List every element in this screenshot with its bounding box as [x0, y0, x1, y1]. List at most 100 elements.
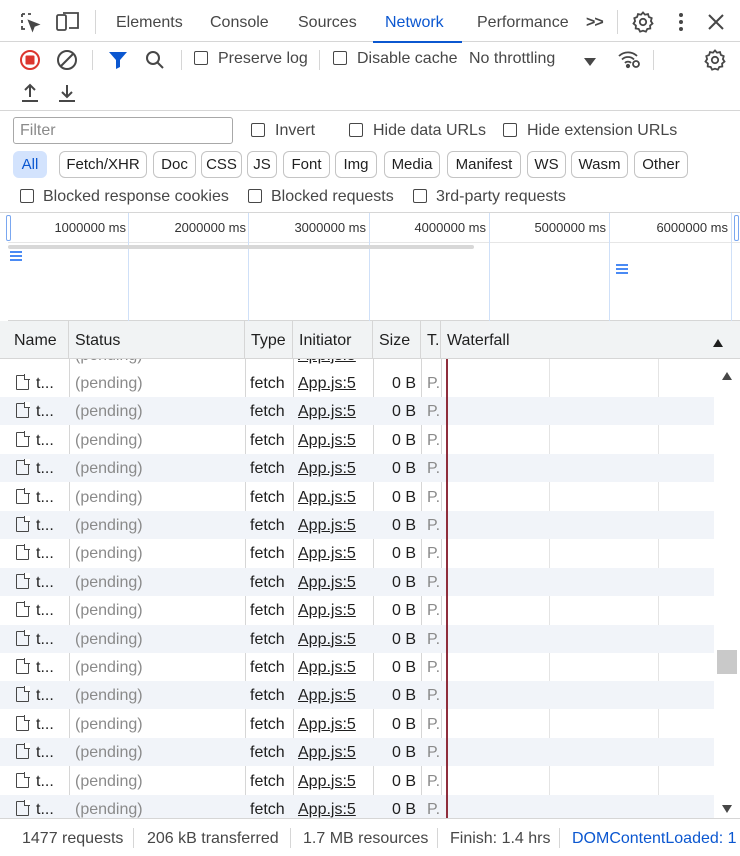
column-header-type[interactable]: Type — [245, 321, 293, 359]
device-toolbar-icon[interactable] — [55, 10, 79, 34]
scroll-up-arrow-icon[interactable] — [722, 367, 732, 384]
row-initiator-link[interactable]: App.js:5 — [298, 359, 370, 369]
type-filter-all[interactable]: All — [13, 151, 47, 178]
tab-elements[interactable]: Elements — [104, 0, 195, 42]
upload-icon[interactable] — [18, 81, 42, 109]
table-row[interactable]: t... (pending) fetch App.js:5 0 B P. — [0, 596, 714, 624]
throttling-select[interactable]: No throttling — [469, 50, 555, 68]
row-initiator-link[interactable]: App.js:5 — [298, 710, 370, 738]
table-row[interactable]: t... (pending) fetch App.js:5 0 B P. — [0, 738, 714, 767]
type-filter-doc[interactable]: Doc — [153, 151, 196, 178]
sort-ascending-icon[interactable] — [712, 335, 724, 353]
network-settings-gear-icon[interactable] — [703, 48, 727, 76]
blocked-requests-checkbox[interactable] — [248, 189, 262, 203]
caret-down-icon[interactable] — [583, 54, 597, 71]
type-filter-img[interactable]: Img — [335, 151, 377, 178]
table-row[interactable]: t... (pending) fetch App.js:5 0 B P. — [0, 426, 714, 454]
row-initiator-link[interactable]: App.js:5 — [298, 539, 370, 567]
type-filter-fetch-xhr[interactable]: Fetch/XHR — [59, 151, 147, 178]
column-header-time[interactable]: T. — [421, 321, 441, 359]
tab-network[interactable]: Network — [373, 0, 462, 43]
table-row[interactable]: t... (pending) fetch App.js:5 0 B P. — [0, 681, 714, 710]
waterfall-marker-line — [446, 359, 448, 818]
document-icon — [16, 771, 30, 788]
column-header-initiator[interactable]: Initiator — [293, 321, 373, 359]
type-filter-manifest[interactable]: Manifest — [447, 151, 521, 178]
type-filter-wasm[interactable]: Wasm — [571, 151, 628, 178]
tab-sources[interactable]: Sources — [286, 0, 369, 42]
overview-left-handle[interactable] — [6, 215, 11, 241]
row-initiator-link[interactable]: App.js:5 — [298, 767, 370, 795]
row-initiator-link[interactable]: App.js:5 — [298, 397, 370, 425]
overview-right-handle[interactable] — [734, 215, 739, 241]
table-row[interactable]: t... (pending) fetch App.js:5 0 B P. — [0, 483, 714, 511]
more-options-icon[interactable] — [669, 10, 693, 34]
type-filter-font[interactable]: Font — [283, 151, 330, 178]
tab-performance[interactable]: Performance — [465, 0, 581, 42]
document-icon — [16, 629, 30, 646]
table-row[interactable]: t... (pending) fetch App.js:5 0 B P. — [0, 710, 714, 738]
row-initiator-link[interactable]: App.js:5 — [298, 483, 370, 511]
hide-data-urls-label: Hide data URLs — [373, 122, 486, 139]
type-filter-js[interactable]: JS — [247, 151, 277, 178]
disable-cache-checkbox[interactable] — [333, 51, 347, 65]
settings-gear-icon[interactable] — [631, 10, 655, 34]
table-row[interactable]: t... (pending) fetch App.js:5 0 B P. — [0, 454, 714, 483]
row-initiator-link[interactable]: App.js:5 — [298, 511, 370, 539]
table-row[interactable]: t... (pending) fetch App.js:5 0 B P. — [0, 624, 714, 653]
row-initiator-link[interactable]: App.js:5 — [298, 454, 370, 482]
row-initiator-link[interactable]: App.js:5 — [298, 596, 370, 624]
row-initiator-link[interactable]: App.js:5 — [298, 568, 370, 596]
table-row[interactable]: t... (pending) fetch App.js:5 0 B P. — [0, 369, 714, 397]
more-tabs-button[interactable]: >> — [574, 0, 615, 42]
row-initiator-link[interactable]: App.js:5 — [298, 426, 370, 454]
column-header-status[interactable]: Status — [69, 321, 245, 359]
separator — [559, 828, 560, 848]
download-icon[interactable] — [55, 81, 79, 109]
type-filter-ws[interactable]: WS — [527, 151, 566, 178]
table-row-partial[interactable]: (pending) App.js:5 — [0, 359, 714, 369]
row-name-text: t... — [36, 602, 54, 620]
table-row[interactable]: t... (pending) fetch App.js:5 0 B P. — [0, 539, 714, 567]
scroll-down-arrow-icon[interactable] — [722, 800, 732, 817]
hide-data-urls-checkbox[interactable] — [349, 123, 363, 137]
search-icon[interactable] — [143, 48, 167, 76]
type-filter-media[interactable]: Media — [384, 151, 440, 178]
type-filter-other[interactable]: Other — [634, 151, 688, 178]
clear-icon[interactable] — [55, 48, 79, 76]
timeline-overview[interactable]: 1000000 ms 2000000 ms 3000000 ms 4000000… — [6, 213, 740, 321]
row-initiator-link[interactable]: App.js:5 — [298, 625, 370, 653]
row-initiator-link[interactable]: App.js:5 — [298, 369, 370, 397]
table-row[interactable]: t... (pending) fetch App.js:5 0 B P. — [0, 795, 714, 818]
close-icon[interactable] — [704, 10, 728, 34]
invert-checkbox[interactable] — [251, 123, 265, 137]
column-header-name[interactable]: Name — [8, 321, 69, 359]
row-initiator-link[interactable]: App.js:5 — [298, 795, 370, 818]
table-row[interactable]: t... (pending) fetch App.js:5 0 B P. — [0, 567, 714, 596]
column-header-waterfall[interactable]: Waterfall — [441, 321, 691, 359]
preserve-log-checkbox[interactable] — [194, 51, 208, 65]
type-filter-css[interactable]: CSS — [201, 151, 242, 178]
row-name-text: t... — [36, 744, 54, 762]
row-size: 0 B — [391, 375, 416, 392]
hide-extension-urls-checkbox[interactable] — [503, 123, 517, 137]
column-header-size[interactable]: Size — [373, 321, 421, 359]
third-party-checkbox[interactable] — [413, 189, 427, 203]
table-row[interactable]: t... (pending) fetch App.js:5 0 B P. — [0, 511, 714, 539]
inspect-element-icon[interactable] — [18, 10, 42, 34]
row-initiator-link[interactable]: App.js:5 — [298, 738, 370, 766]
row-initiator-link[interactable]: App.js:5 — [298, 681, 370, 709]
table-row[interactable]: t... (pending) fetch App.js:5 0 B P. — [0, 397, 714, 426]
scrollbar-thumb[interactable] — [717, 650, 737, 674]
blocked-cookies-checkbox[interactable] — [20, 189, 34, 203]
table-scrollbar[interactable] — [714, 359, 740, 818]
filter-input[interactable] — [13, 117, 233, 144]
table-row[interactable]: t... (pending) fetch App.js:5 0 B P. — [0, 653, 714, 681]
row-name-text: t... — [36, 801, 54, 818]
network-conditions-icon[interactable] — [616, 47, 642, 75]
record-stop-icon[interactable] — [18, 48, 42, 76]
filter-funnel-icon[interactable] — [106, 48, 130, 76]
table-row[interactable]: t... (pending) fetch App.js:5 0 B P. — [0, 767, 714, 795]
row-initiator-link[interactable]: App.js:5 — [298, 653, 370, 681]
tab-console[interactable]: Console — [198, 0, 281, 42]
